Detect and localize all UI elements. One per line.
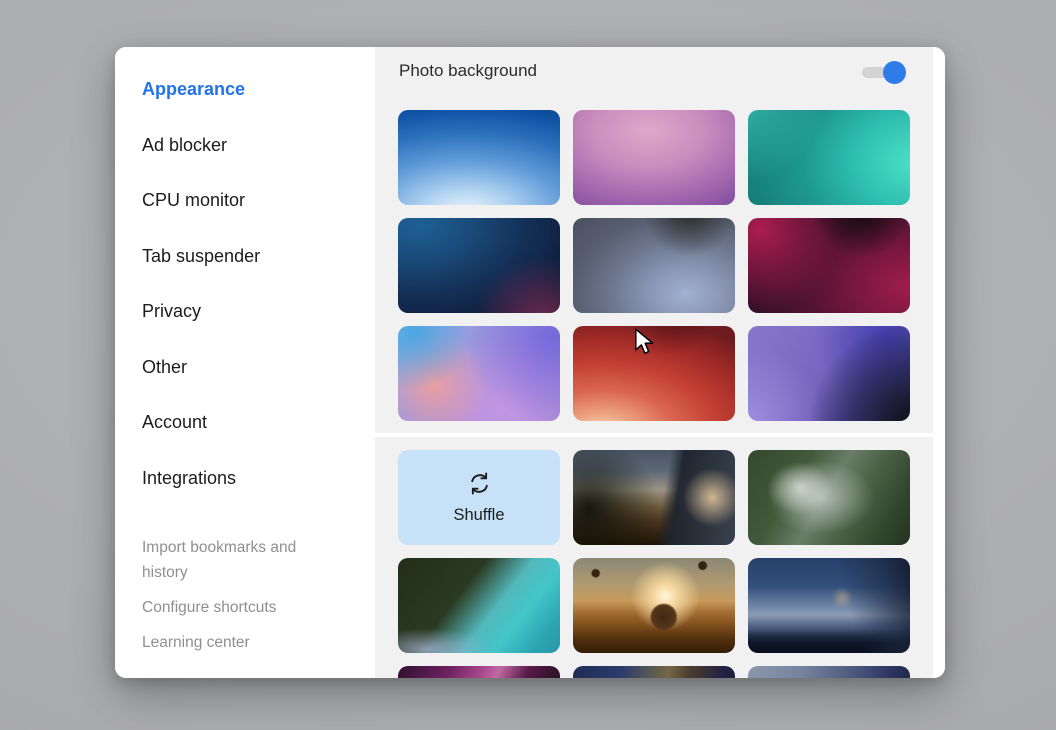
photo-background-toggle[interactable] <box>862 61 906 84</box>
sidebar-item-account[interactable]: Account <box>142 395 357 451</box>
sidebar-item-integrations[interactable]: Integrations <box>142 451 357 507</box>
photo-tile-blue-ridge[interactable] <box>748 666 910 678</box>
sidebar-item-learning-center[interactable]: Learning center <box>142 630 310 655</box>
gradient-tile-dark-maroon[interactable] <box>748 218 910 313</box>
gradient-tile-slate-gray[interactable] <box>573 218 735 313</box>
photo-tile-mountain-lake[interactable] <box>748 558 910 653</box>
sidebar-secondary-section: Import bookmarks and history Configure s… <box>142 535 357 655</box>
photo-tile-night-abstract[interactable] <box>573 666 735 678</box>
photo-tile-aerial-coast[interactable] <box>398 558 560 653</box>
gradient-tile-pastel-mix[interactable] <box>398 326 560 421</box>
gradient-tile-pink-purple[interactable] <box>573 110 735 205</box>
appearance-content: Photo background Shuffle <box>375 47 945 678</box>
shuffle-button-label: Shuffle <box>453 506 505 524</box>
sidebar-item-privacy[interactable]: Privacy <box>142 284 357 340</box>
gradient-wallpaper-grid <box>398 110 910 421</box>
toggle-knob-icon <box>883 61 906 84</box>
shuffle-button[interactable]: Shuffle <box>398 450 560 545</box>
sidebar-item-tab-suspender[interactable]: Tab suspender <box>142 229 357 285</box>
gradient-tile-teal-waves[interactable] <box>748 110 910 205</box>
sidebar-item-other[interactable]: Other <box>142 340 357 396</box>
photo-tile-purple-swirl[interactable] <box>398 666 560 678</box>
gradient-tile-blue-glow[interactable] <box>398 110 560 205</box>
refresh-circular-arrows-icon <box>466 470 493 500</box>
sidebar-item-appearance[interactable]: Appearance <box>142 62 357 118</box>
settings-dialog: Appearance Ad blocker CPU monitor Tab su… <box>115 47 945 678</box>
sidebar-item-import-bookmarks[interactable]: Import bookmarks and history <box>142 535 310 585</box>
photo-wallpaper-grid: Shuffle <box>398 450 910 678</box>
sidebar-item-configure-shortcuts[interactable]: Configure shortcuts <box>142 595 310 620</box>
sidebar-item-ad-blocker[interactable]: Ad blocker <box>142 118 357 174</box>
photo-tile-forest-valley[interactable] <box>573 450 735 545</box>
photo-tile-waterfall[interactable] <box>748 450 910 545</box>
gradient-tile-red-ember[interactable] <box>573 326 735 421</box>
photo-background-label: Photo background <box>399 61 537 80</box>
photo-background-section: Photo background <box>375 47 933 433</box>
photo-tile-balloons[interactable] <box>573 558 735 653</box>
photo-wallpaper-section: Shuffle <box>375 437 933 678</box>
sidebar: Appearance Ad blocker CPU monitor Tab su… <box>115 47 375 678</box>
gradient-tile-violet-night[interactable] <box>748 326 910 421</box>
gradient-tile-dark-navy[interactable] <box>398 218 560 313</box>
sidebar-item-cpu-monitor[interactable]: CPU monitor <box>142 173 357 229</box>
